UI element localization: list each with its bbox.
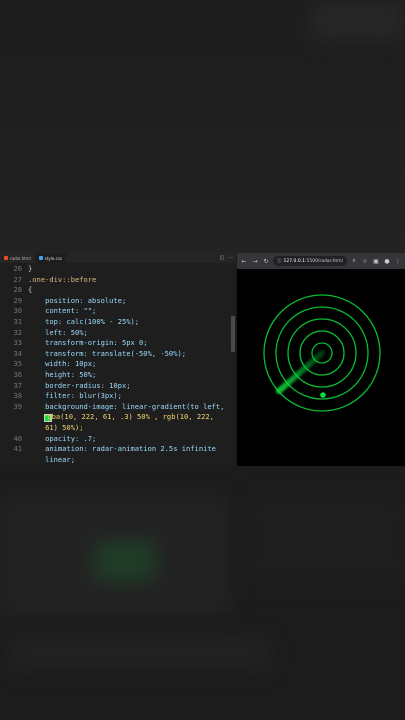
code-line: 39 background-image: linear-gradient(to … [13,401,225,411]
code-line: 29 position: absolute; [13,295,127,305]
more-actions-icon[interactable]: ··· [228,255,233,261]
css-file-icon [38,256,43,260]
browser-toolbar: ← → ↻ ⓘ 127.0.0.1:5500/radar.html ⌕ ☆ ▣ … [237,253,405,269]
radar-target-dot [320,392,326,398]
code-line: 37 border-radius: 10px; [13,380,131,390]
tab-style-css[interactable]: style.css [34,253,66,263]
blurred-background-bottom [0,466,405,720]
code-line: 33 transform-origin: 5px 0; [13,338,148,348]
code-line: rgba(10, 222, 61, .3) 50% , rgb(10, 222, [26,412,214,423]
code-line: 35 width: 10px; [13,359,97,369]
editor-tab-bar: radar.html style.css ◫ ··· [0,253,236,263]
code-line: 28{ [13,285,33,295]
reload-icon[interactable]: ↻ [262,258,270,265]
code-line: 36 height: 50%; [13,369,97,379]
code-line: 61) 50%); [28,422,84,432]
menu-icon[interactable]: ⋮ [394,258,402,265]
code-line: 38 filter: blur(3px); [13,391,122,401]
address-bar[interactable]: ⓘ 127.0.0.1:5500/radar.html [273,256,347,266]
code-line: 41 animation: radar-animation 2.5s infin… [13,444,216,454]
info-icon: ⓘ [277,259,282,264]
code-line: 27 .one-div::before [13,274,97,284]
back-arrow-icon[interactable]: ← [240,258,248,265]
tab-label: style.css [44,255,62,261]
star-icon[interactable]: ☆ [361,258,369,265]
code-area[interactable]: 26} 27 .one-div::before 28{ 29 position: … [0,263,236,465]
code-line: 30 content: ""; [13,306,97,316]
forward-arrow-icon[interactable]: → [251,258,259,265]
split-editor-icon[interactable]: ◫ [219,255,224,261]
tab-label: radar.html [10,255,31,261]
editor-scrollbar[interactable] [231,316,235,352]
radar-animation [263,294,381,412]
url-path: :5500/radar.html [304,258,343,264]
profile-icon[interactable]: ● [383,258,391,265]
code-editor[interactable]: radar.html style.css ◫ ··· 26} 27 .one-di… [0,253,236,466]
zoom-icon[interactable]: ⌕ [350,257,358,265]
code-line: 26} [13,264,33,273]
code-line: 40 opacity: .7; [13,433,97,443]
sidebar-icon[interactable]: ▣ [372,258,380,265]
tab-radar-html[interactable]: radar.html [0,253,35,263]
browser-preview: ← → ↻ ⓘ 127.0.0.1:5500/radar.html ⌕ ☆ ▣ … [237,253,405,466]
url-host: 127.0.0.1 [283,258,305,264]
html-file-icon [4,256,8,260]
code-line: 34 transform: translate(-50%, -50%); [13,348,187,358]
code-line: 31 top: calc(100% - 25%); [13,316,140,326]
blurred-background-top [0,0,405,253]
code-line: 32 left: 50%; [13,327,88,337]
code-line: linear; [28,454,75,464]
